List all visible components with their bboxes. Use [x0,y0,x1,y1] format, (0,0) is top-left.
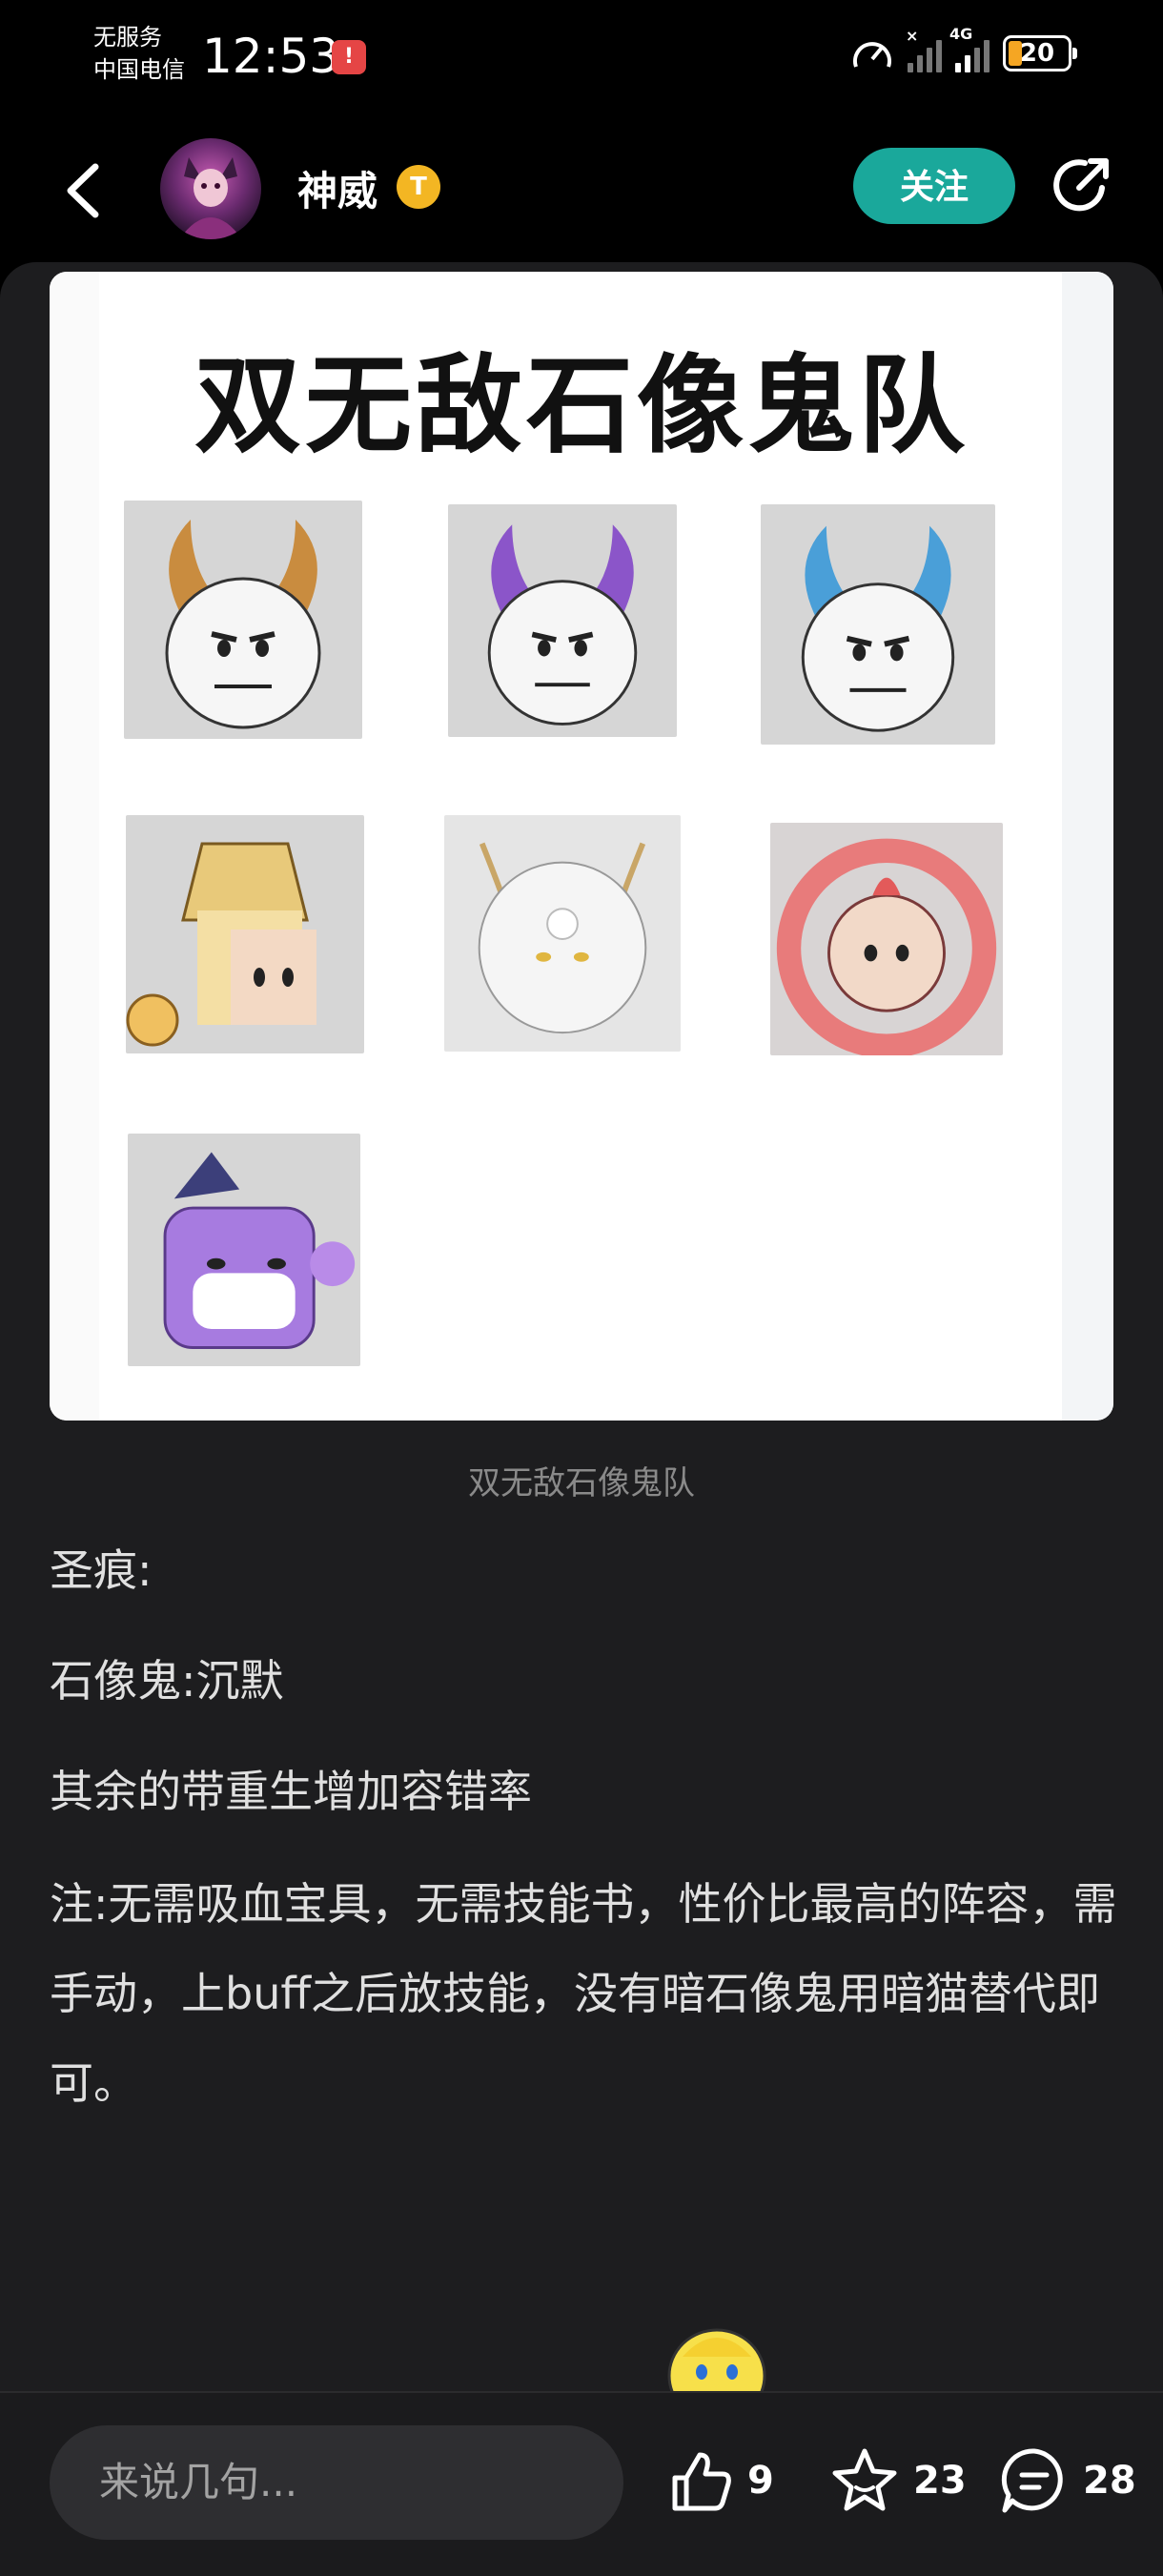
speed-icon [853,42,891,68]
notification-icon: ! [332,40,366,74]
avatar[interactable] [160,138,261,239]
paragraph-note: 注:无需吸血宝具，无需技能书，性价比最高的阵容，需手动，上buff之后放技能，没… [50,1878,1117,2109]
like-count: 9 [747,2459,774,2503]
back-icon[interactable] [57,157,114,224]
purple-cat-icon [128,1134,360,1366]
gargoyle-gold-icon [124,501,362,739]
fire-spirit-icon [770,823,1003,1055]
paragraph-others: 其余的带重生增加容错率 [50,1766,532,1817]
gargoyle-blue-icon [761,504,995,745]
comment-input[interactable]: 来说几句... [50,2425,623,2540]
status-icons: × 4G 20 [850,25,1077,72]
bottom-action-bar: 来说几句... 9 23 28 [0,2391,1163,2576]
post-image[interactable]: 双无敌石像鬼队 [50,272,1113,1421]
image-title: 双无敌石像鬼队 [194,344,969,468]
battery-level: 20 [1019,39,1055,68]
network-type: 4G [949,25,973,43]
clock: 12:53 [202,29,340,84]
thumbs-up-icon [672,2452,731,2511]
paladin-icon [126,815,364,1053]
sage-icon [444,815,681,1052]
follow-button[interactable]: 关注 [853,148,1015,224]
paragraph-stigmata: 圣痕: [50,1544,153,1596]
comment-icon [1001,2448,1063,2513]
favorite-count: 23 [913,2459,967,2503]
signal-2-icon: 4G [949,25,990,72]
username[interactable]: 神威 [297,159,377,217]
carrier-line2: 中国电信 [93,56,185,83]
carrier-info: 无服务 中国电信 [93,21,185,86]
signal-1-icon: × [906,27,942,72]
mascot-icon[interactable] [663,2319,770,2391]
favorite-button[interactable]: 23 [829,2443,967,2519]
paragraph-gargoyle: 石像鬼:沉默 [50,1655,284,1707]
level-badge: T [397,165,440,209]
status-bar: 无服务 中国电信 12:53 ! × 4G 20 [0,0,1163,119]
gargoyle-purple-icon [448,504,677,737]
like-button[interactable]: 9 [667,2443,774,2519]
share-icon[interactable] [1049,152,1115,218]
star-icon [832,2448,897,2511]
post-content: 双无敌石像鬼队 双无敌石像鬼队 圣痕: 石像鬼:沉默 其余的带重生增加容错率 注… [0,262,1163,2398]
comment-count: 28 [1083,2459,1136,2503]
image-caption: 双无敌石像鬼队 [468,1464,695,1503]
battery-icon: 20 [1003,35,1077,72]
post-header: 神威 T 关注 [0,119,1163,262]
comments-button[interactable]: 28 [999,2443,1136,2519]
carrier-line1: 无服务 [93,24,162,51]
